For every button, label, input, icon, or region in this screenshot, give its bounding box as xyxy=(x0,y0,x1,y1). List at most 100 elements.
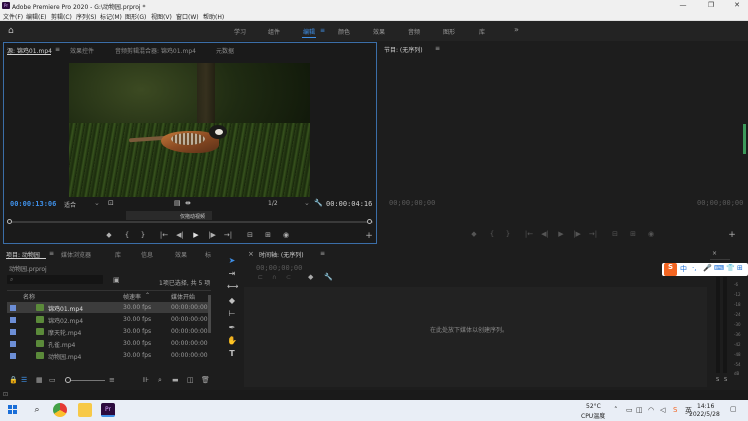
go-to-out-button[interactable]: →| xyxy=(223,231,233,239)
sort-ascending-icon[interactable]: ⌃ xyxy=(145,292,150,299)
col-framerate-header[interactable]: 帧速率 xyxy=(123,292,141,301)
menu-view[interactable]: 视图(V) xyxy=(151,12,172,21)
menu-clip[interactable]: 剪辑(C) xyxy=(51,12,72,21)
step-back-button[interactable]: ◀| xyxy=(175,231,185,239)
workspace-assembly[interactable]: 组件 xyxy=(268,27,280,36)
hand-tool-icon[interactable]: ✋ xyxy=(227,336,237,346)
skin-icon[interactable]: 👕 xyxy=(726,264,735,272)
add-marker-button[interactable]: ◆ xyxy=(104,231,114,239)
workspace-libraries[interactable]: 库 xyxy=(479,27,485,36)
microphone-icon[interactable]: 🎤 xyxy=(703,264,712,272)
taskbar-search-icon[interactable]: ⌕ xyxy=(30,403,44,417)
tray-chevron-icon[interactable]: ˄ xyxy=(614,406,618,414)
meter-close-icon[interactable]: × xyxy=(712,250,717,257)
col-media-start-header[interactable]: 媒体开始 xyxy=(171,292,195,301)
tab-timeline[interactable]: 时间轴: (无序列) xyxy=(259,250,304,259)
program-step-back-button[interactable]: ◀| xyxy=(540,230,550,238)
clip-name[interactable]: 孔雀.mp4 xyxy=(48,340,75,349)
program-play-button[interactable]: ▶ xyxy=(556,230,566,238)
mark-out-button[interactable]: } xyxy=(138,231,148,239)
clock-date[interactable]: 2022/5/28 xyxy=(689,411,720,418)
go-to-in-button[interactable]: |← xyxy=(159,231,169,239)
table-row[interactable]: 锦鸡01.mp4 30.00 fps 00:00:00:00 xyxy=(7,302,211,313)
sogou-logo-icon[interactable]: S xyxy=(664,263,677,276)
notification-icon[interactable]: ▢ xyxy=(730,405,737,413)
file-explorer-icon[interactable] xyxy=(78,403,92,417)
mark-in-button[interactable]: { xyxy=(122,231,132,239)
menu-file[interactable]: 文件(F) xyxy=(3,12,23,21)
export-frame-button[interactable]: ◉ xyxy=(281,231,291,239)
program-export-frame-button[interactable]: ◉ xyxy=(646,230,656,238)
clip-name[interactable]: 摩天轮.mp4 xyxy=(48,328,81,337)
automate-to-sequence-icon[interactable]: ⊪ xyxy=(143,376,149,384)
solo-left-button[interactable]: S xyxy=(716,377,719,383)
new-item-icon[interactable]: ◫ xyxy=(187,376,194,384)
source-video-frame[interactable] xyxy=(69,63,310,197)
wrench-icon[interactable]: 🔧 xyxy=(314,199,323,207)
source-fit-dropdown[interactable]: 适合 xyxy=(64,200,76,209)
program-current-timecode[interactable]: 00;00;00;00 xyxy=(389,199,435,207)
maximize-button[interactable]: ❐ xyxy=(702,0,720,11)
sort-icons-icon[interactable]: ≡ xyxy=(109,376,115,384)
track-select-tool-icon[interactable]: ⇥ xyxy=(227,269,237,279)
source-scrub-bar[interactable] xyxy=(7,221,373,223)
step-forward-button[interactable]: |▶ xyxy=(207,231,217,239)
play-button[interactable]: ▶ xyxy=(191,231,201,239)
chrome-icon[interactable] xyxy=(53,403,67,417)
tab-program-menu-icon[interactable]: ≡ xyxy=(435,45,440,52)
keyboard-icon[interactable]: ⌨ xyxy=(714,264,724,272)
tray-sogou-icon[interactable]: S xyxy=(673,406,677,414)
toolbox-icon[interactable]: ⊞ xyxy=(737,264,743,272)
tab-markers[interactable]: 标 xyxy=(205,250,211,259)
label-color-swatch[interactable] xyxy=(10,305,16,311)
label-color-swatch[interactable] xyxy=(10,317,16,323)
program-scroll-indicator[interactable] xyxy=(743,124,746,154)
menu-window[interactable]: 窗口(W) xyxy=(176,12,199,21)
project-search-input[interactable]: ⌕ xyxy=(7,275,103,284)
source-resolution-dropdown[interactable]: 1/2 xyxy=(268,200,278,207)
timeline-close-icon[interactable]: × xyxy=(248,250,254,258)
add-marker-icon[interactable]: ◆ xyxy=(308,273,313,281)
tab-source-menu-icon[interactable]: ≡ xyxy=(55,46,60,53)
source-settings-icon[interactable]: ⊡ xyxy=(108,199,114,207)
tray-volume-icon[interactable]: ◁ xyxy=(660,406,665,414)
workspace-menu-icon[interactable]: ≡ xyxy=(320,27,325,34)
label-color-swatch[interactable] xyxy=(10,353,16,359)
type-tool-icon[interactable]: T xyxy=(227,349,237,359)
selection-tool-icon[interactable]: ➤ xyxy=(227,256,237,266)
tab-media-browser[interactable]: 媒体浏览器 xyxy=(61,250,91,259)
status-info-icon[interactable]: ⊡ xyxy=(3,391,8,398)
zoom-slider[interactable] xyxy=(65,380,105,381)
overwrite-button[interactable]: ⊞ xyxy=(263,231,273,239)
table-row[interactable]: 动物园.mp4 30.00 fps 00:00:00:00 xyxy=(7,350,211,361)
source-scrub-end-handle[interactable] xyxy=(367,219,372,224)
source-current-timecode[interactable]: 00:00:13:06 xyxy=(10,200,56,208)
label-color-swatch[interactable] xyxy=(10,329,16,335)
icon-view-icon[interactable]: ▦ xyxy=(36,376,43,384)
tray-network-icon[interactable]: ▭ xyxy=(626,406,633,414)
ime-mode-chinese[interactable]: 中 xyxy=(680,264,687,274)
list-view-icon[interactable]: ☰ xyxy=(21,376,27,384)
workspace-learn[interactable]: 学习 xyxy=(234,27,246,36)
workspace-color[interactable]: 颜色 xyxy=(338,27,350,36)
table-row[interactable]: 摩天轮.mp4 30.00 fps 00:00:00:00 xyxy=(7,326,211,337)
tab-timeline-menu-icon[interactable]: ≡ xyxy=(320,250,325,257)
menu-markers[interactable]: 标记(M) xyxy=(100,12,122,21)
program-extract-button[interactable]: ⊞ xyxy=(628,230,638,238)
lock-icon[interactable]: 🔒 xyxy=(9,376,18,384)
workspace-more-icon[interactable]: » xyxy=(514,25,519,34)
workspace-audio[interactable]: 音频 xyxy=(408,27,420,36)
clip-name[interactable]: 锦鸡01.mp4 xyxy=(48,304,83,313)
program-button-editor[interactable]: + xyxy=(727,230,737,240)
table-row[interactable]: 锦鸡02.mp4 30.00 fps 00:00:00:00 xyxy=(7,314,211,325)
menu-edit[interactable]: 编辑(E) xyxy=(26,12,46,21)
tab-info[interactable]: 信息 xyxy=(141,250,153,259)
fit-dropdown-chevron-icon[interactable]: ⌄ xyxy=(94,199,100,207)
linked-selection-icon[interactable]: ⊂ xyxy=(286,274,291,281)
program-go-to-out-button[interactable]: →| xyxy=(588,230,598,238)
project-scrollbar[interactable] xyxy=(208,295,211,333)
tab-project-menu-icon[interactable]: ≡ xyxy=(49,250,54,257)
slip-tool-icon[interactable]: ⊢ xyxy=(227,309,237,319)
pen-tool-icon[interactable]: ✒ xyxy=(227,323,237,333)
tray-wifi-icon[interactable]: ◠ xyxy=(648,406,654,414)
